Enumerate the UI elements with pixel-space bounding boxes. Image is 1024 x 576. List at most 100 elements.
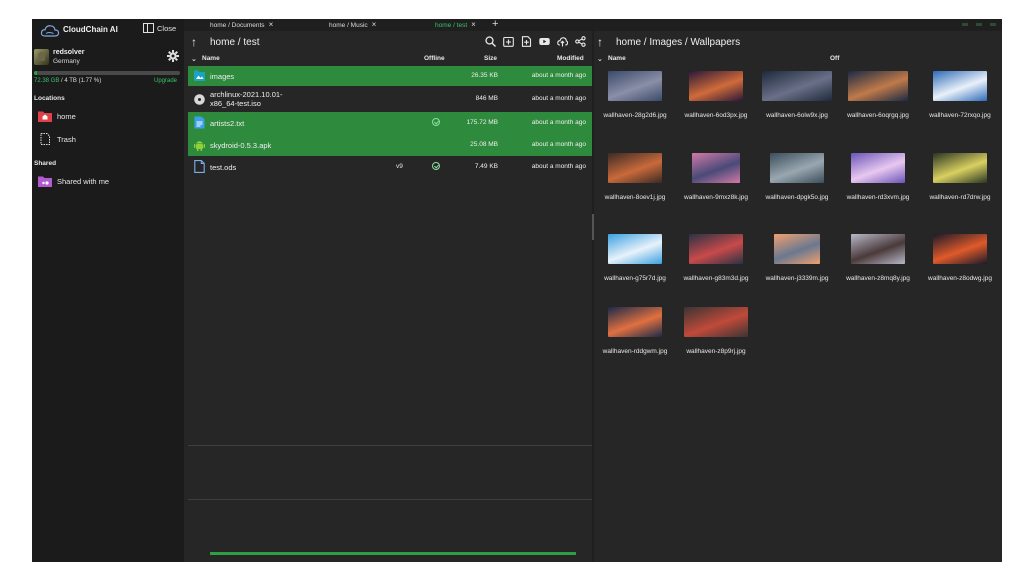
file-modified: about a month ago [531,95,586,102]
storage-progress-bar [34,71,180,75]
toolbar [485,36,586,47]
thumbnail-caption: wallhaven-z8p9rj.jpg [686,348,746,355]
thumbnail-caption: wallhaven-6olw9x.jpg [766,112,828,119]
thumbnail-image [608,71,662,101]
thumbnail-caption: wallhaven-28g2d6.jpg [603,112,667,119]
thumbnail-image [684,307,748,337]
thumbnail-caption: wallhaven-rd7drw.jpg [929,194,991,201]
share-icon[interactable] [575,36,586,47]
sidebar-item-shared-with-me[interactable]: Shared with me [38,174,178,188]
android-icon [194,141,205,151]
thumbnail-image [689,71,743,101]
tab-label: home / Music [329,21,368,29]
column-header-modified[interactable]: Modified [557,55,584,62]
thumbnail-image [933,153,987,183]
breadcrumb[interactable]: home / test [210,37,259,48]
upgrade-link[interactable]: Upgrade [154,78,177,84]
close-tab-icon[interactable]: × [269,21,274,29]
file-name: images [210,72,235,81]
new-file-icon[interactable] [521,36,532,47]
maximize-window-button[interactable] [976,23,982,26]
panel-close-icon [143,23,154,33]
trash-icon [40,133,50,145]
app-window: CloudChain AI Close redsolver Germany 72… [32,19,1002,562]
thumbnail-caption: wallhaven-72rxqo.jpg [929,112,991,119]
thumbnail-image [848,71,908,101]
thumbnail-image [933,234,987,264]
sidebar: CloudChain AI Close redsolver Germany 72… [32,19,184,562]
cloud-upload-icon[interactable] [557,36,568,47]
file-modified: about a month ago [531,141,586,148]
file-table-header: ⌄ Name Off [594,53,1002,65]
column-header-name[interactable]: Name [608,55,626,62]
path-bar: ↑ home / Images / Wallpapers [594,31,1002,53]
tab-bar: home / Documents × home / Music × home /… [184,19,1002,31]
storage-text: 72.38 GB / 4 TB (1.77 %) [34,78,101,84]
offline-check-icon [432,118,440,126]
tab-home-test[interactable]: home / test × [435,20,476,30]
avatar[interactable] [34,49,49,65]
column-header-size[interactable]: Size [484,55,497,62]
divider [188,499,592,500]
cloud-logo-icon [40,25,60,37]
path-bar: ↑ home / test [188,31,592,53]
gear-icon[interactable] [167,50,179,62]
youtube-icon[interactable] [539,36,550,47]
up-arrow-icon[interactable]: ↑ [191,35,197,49]
user-name: redsolver [53,49,85,56]
thumbnail-caption: wallhaven-z8odwg.jpg [928,275,992,282]
file-name-line-1: archlinux-2021.10.01- [210,90,283,99]
table-row[interactable]: images 26.35 KB about a month ago [188,66,592,86]
sidebar-item-label: Trash [57,134,76,144]
column-header-name[interactable]: Name [202,55,220,62]
table-row[interactable]: skydroid-0.5.3.apk 25.08 MB about a mont… [188,134,592,156]
new-tab-button[interactable]: + [492,19,498,30]
file-size: 26.35 KB [471,72,498,79]
column-header-offline[interactable]: Offline [424,55,445,62]
thumbnail-caption: wallhaven-j3339m.jpg [765,275,829,282]
column-header-offline[interactable]: Off [830,55,839,62]
thumbnail-image [608,307,662,337]
file-name: skydroid-0.5.3.apk [210,141,272,150]
table-row[interactable]: artists2.txt 175.72 MB about a month ago [188,112,592,134]
up-arrow-icon[interactable]: ↑ [597,35,603,49]
tab-home-documents[interactable]: home / Documents × [210,20,273,30]
app-title: CloudChain AI [63,25,118,34]
shared-folder-icon [38,176,52,187]
close-window-button[interactable] [990,23,996,26]
breadcrumb[interactable]: home / Images / Wallpapers [616,37,740,48]
image-folder-icon [194,70,205,81]
sidebar-item-home[interactable]: home [38,109,178,123]
thumbnail-image [770,153,824,183]
close-tab-icon[interactable]: × [372,21,377,29]
sidebar-item-label: home [57,111,76,121]
file-size: 175.72 MB [466,119,498,126]
file-size: 25.08 MB [470,141,498,148]
chevron-down-icon[interactable]: ⌄ [597,55,603,63]
thumbnail-caption: wallhaven-6oqrgq.jpg [847,112,909,119]
file-name: test.ods [210,163,237,172]
search-icon[interactable] [485,36,496,47]
file-name-line-2: x86_64-test.iso [210,99,261,108]
close-sidebar-button[interactable]: Close [143,23,176,33]
tab-home-music[interactable]: home / Music × [329,20,376,30]
thumbnail-caption: wallhaven-dpgk5o.jpg [765,194,829,201]
user-info: redsolver Germany [32,47,184,69]
thumbnail-caption: wallhaven-rddgwm.jpg [602,348,668,355]
right-file-pane: ↑ home / Images / Wallpapers ⌄ Name Off … [594,31,1002,562]
file-version-badge: v9 [396,163,403,170]
storage-total: / 4 TB (1.77 %) [59,78,102,84]
user-country: Germany [53,58,80,65]
close-tab-icon[interactable]: × [471,21,476,29]
sidebar-item-trash[interactable]: Trash [38,132,178,146]
minimize-window-button[interactable] [962,23,968,26]
thumbnail-caption: wallhaven-8oev1j.jpg [604,194,666,201]
divider [188,445,592,446]
close-label: Close [157,23,177,33]
new-folder-icon[interactable] [503,36,514,47]
table-row[interactable]: archlinux-2021.10.01- x86_64-test.iso 84… [188,86,592,112]
table-row[interactable]: test.ods v9 7.49 KB about a month ago [188,156,592,178]
chevron-down-icon[interactable]: ⌄ [191,55,197,63]
thumbnail-caption: wallhaven-z8mq8y.jpg [846,275,910,282]
thumbnail-image [774,234,820,264]
